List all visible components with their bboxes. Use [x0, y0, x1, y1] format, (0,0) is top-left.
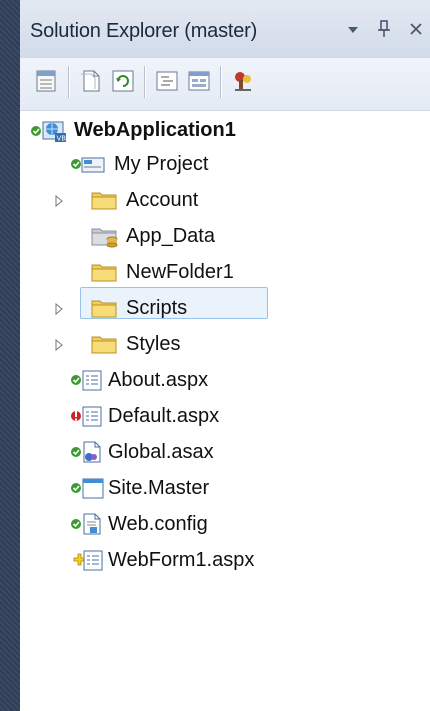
- item-label: Web.config: [108, 512, 208, 535]
- tree-item-app-data[interactable]: App_Data: [88, 220, 215, 252]
- expand-arrow-icon[interactable]: [52, 302, 66, 316]
- svg-text:VB: VB: [57, 135, 67, 143]
- dropdown-arrow-icon[interactable]: [346, 21, 360, 41]
- close-icon[interactable]: [408, 21, 424, 41]
- copy-website-icon[interactable]: [230, 68, 256, 94]
- tree-item-newfolder1[interactable]: NewFolder1: [88, 256, 234, 288]
- tree-item-scripts[interactable]: Scripts: [88, 292, 187, 324]
- item-label: Styles: [126, 332, 181, 355]
- refresh-icon[interactable]: [110, 68, 136, 94]
- root-label: WebApplication1: [74, 118, 236, 141]
- config-file-icon: [70, 510, 120, 538]
- toolbar: [20, 58, 430, 111]
- aspx-file-icon: [70, 546, 120, 574]
- item-label: Account: [126, 188, 199, 211]
- tree-item-web-config[interactable]: Web.config: [70, 508, 208, 540]
- window-title: Solution Explorer (master): [30, 20, 258, 42]
- folder-icon: [88, 330, 120, 358]
- tree-item-webform1-aspx[interactable]: WebForm1.aspx: [70, 544, 254, 576]
- tree-item-global-asax[interactable]: Global.asax: [70, 436, 214, 468]
- item-label: About.aspx: [108, 368, 209, 391]
- web-project-icon: VB: [30, 116, 66, 144]
- folder-icon: [88, 186, 120, 214]
- aspx-file-icon: [70, 366, 120, 394]
- item-label: Default.aspx: [108, 404, 220, 427]
- expand-arrow-icon[interactable]: [52, 338, 66, 352]
- aspx-file-icon: [70, 402, 120, 430]
- item-label: WebForm1.aspx: [108, 548, 255, 571]
- item-label: Global.asax: [108, 440, 214, 463]
- tree-item-about-aspx[interactable]: About.aspx: [70, 364, 208, 396]
- left-dock-strip: [0, 0, 20, 711]
- folder-icon: [88, 258, 120, 286]
- item-label: App_Data: [126, 224, 215, 247]
- item-label: My Project: [114, 152, 209, 175]
- show-all-files-icon[interactable]: [78, 68, 104, 94]
- project-properties-icon: [70, 150, 105, 178]
- master-page-icon: [70, 474, 120, 502]
- properties-icon[interactable]: [34, 68, 60, 94]
- view-code-icon[interactable]: [154, 68, 180, 94]
- tree-item-default-aspx[interactable]: Default.aspx: [70, 400, 219, 432]
- item-label: Site.Master: [108, 476, 210, 499]
- expand-arrow-icon[interactable]: [52, 194, 66, 208]
- tree-item-account[interactable]: Account: [88, 184, 198, 216]
- title-bar: Solution Explorer (master): [20, 0, 430, 59]
- tree-item-my-project[interactable]: My Project: [70, 148, 208, 180]
- asax-file-icon: [70, 438, 120, 466]
- data-folder-icon: [88, 222, 120, 250]
- pin-icon[interactable]: [376, 20, 392, 42]
- tree-item-styles[interactable]: Styles: [88, 328, 180, 360]
- solution-explorer-panel: Solution Explorer (master) VB WebApplica…: [20, 0, 430, 711]
- view-designer-icon[interactable]: [186, 68, 212, 94]
- folder-icon: [88, 294, 120, 322]
- tree-item-site-master[interactable]: Site.Master: [70, 472, 209, 504]
- item-label: NewFolder1: [126, 260, 234, 283]
- item-label: Scripts: [126, 296, 188, 319]
- tree-root-webapplication1[interactable]: VB WebApplication1: [30, 114, 236, 146]
